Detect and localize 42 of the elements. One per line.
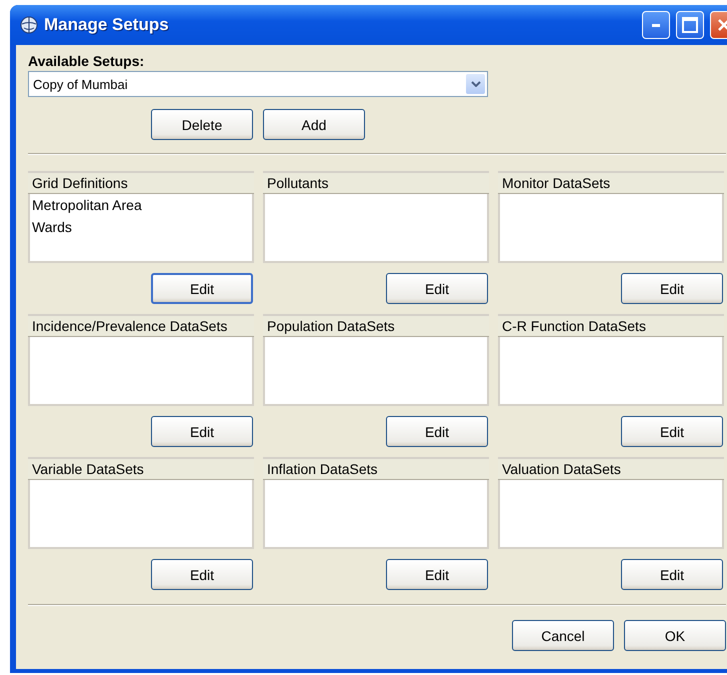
list-box[interactable]: Population DataSets <box>263 314 489 406</box>
maximize-button[interactable] <box>676 11 704 39</box>
edit-button[interactable]: Edit <box>386 416 488 447</box>
setups-dropdown[interactable]: Copy of Mumbai <box>28 71 488 97</box>
list-box[interactable]: Valuation DataSets <box>498 457 724 549</box>
window-title: Manage Setups <box>44 15 170 35</box>
maximize-icon <box>682 17 698 33</box>
list-box[interactable]: Variable DataSets <box>28 457 254 549</box>
setup-button[interactable]: Delete <box>151 109 253 140</box>
edit-button[interactable]: Edit <box>151 416 253 447</box>
list-box[interactable]: Inflation DataSets <box>263 457 489 549</box>
list-header: Variable DataSets <box>28 457 254 480</box>
list-box[interactable]: Pollutants <box>263 171 489 263</box>
minimize-button[interactable] <box>642 11 670 39</box>
list-header: Grid Definitions <box>28 171 254 194</box>
list-header: Inflation DataSets <box>263 457 489 480</box>
list-box[interactable]: Incidence/Prevalence DataSets <box>28 314 254 406</box>
list-header: Pollutants <box>263 171 489 194</box>
list-header: Monitor DataSets <box>498 171 724 194</box>
app-icon <box>20 16 38 34</box>
list-header: Incidence/Prevalence DataSets <box>28 314 254 337</box>
edit-button[interactable]: Edit <box>386 559 488 590</box>
list-box[interactable]: Grid Definitions Metropolitan Area Wards <box>28 171 254 263</box>
dialog-button[interactable]: Cancel <box>512 620 614 651</box>
edit-button[interactable]: Edit <box>621 416 723 447</box>
edit-button[interactable]: Edit <box>386 273 488 304</box>
edit-button[interactable]: Edit <box>621 559 723 590</box>
dialog-button[interactable]: OK <box>624 620 726 651</box>
list-header: Population DataSets <box>263 314 489 337</box>
list-item[interactable]: Wards <box>30 216 252 238</box>
edit-button[interactable]: Edit <box>151 273 253 304</box>
list-box[interactable]: Monitor DataSets <box>498 171 724 263</box>
setup-button[interactable]: Add <box>263 109 365 140</box>
available-setups-label: Available Setups: <box>28 53 146 69</box>
edit-button[interactable]: Edit <box>151 559 253 590</box>
minimize-icon <box>652 24 660 26</box>
list-box[interactable]: C-R Function DataSets <box>498 314 724 406</box>
edit-button[interactable]: Edit <box>621 273 723 304</box>
list-header: C-R Function DataSets <box>498 314 724 337</box>
list-item[interactable]: Metropolitan Area <box>30 194 252 216</box>
close-icon <box>717 18 727 32</box>
list-header: Valuation DataSets <box>498 457 724 480</box>
